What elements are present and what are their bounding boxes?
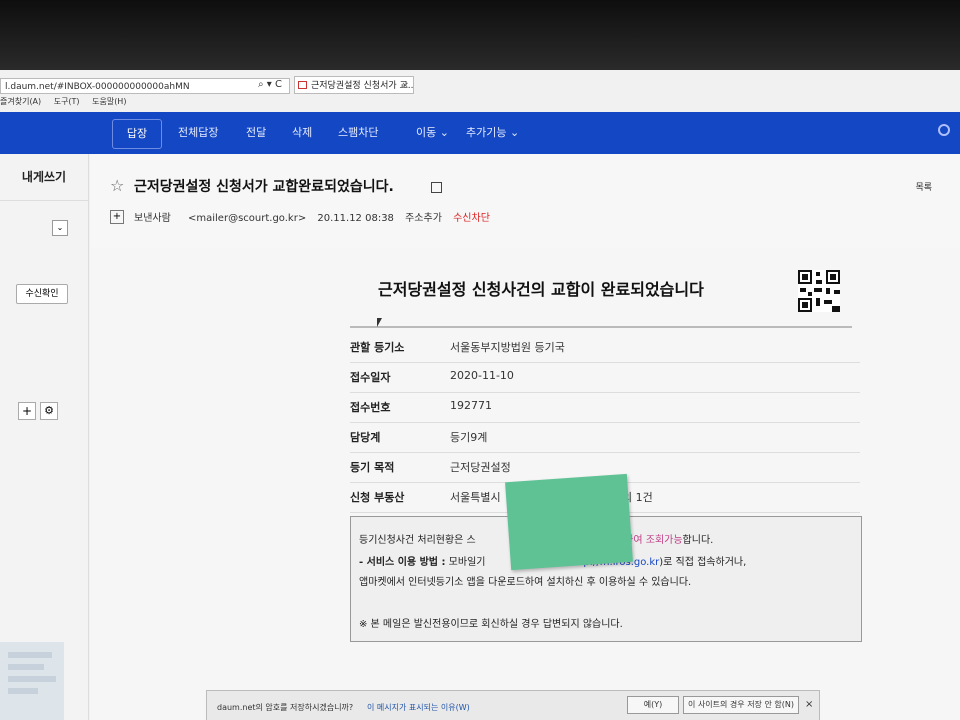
spam-block-button[interactable]: 스팸차단 (338, 124, 378, 140)
row-value: 서울동부지방법원 등기국 (450, 341, 565, 354)
reply-button[interactable]: 답장 (112, 119, 162, 149)
block-sender-link[interactable]: 수신차단 (453, 213, 490, 224)
sticky-note-overlay (505, 473, 633, 571)
mail-date: 20.11.12 08:38 (317, 213, 394, 224)
address-bar[interactable]: l.daum.net/#INBOX-000000000000ahMN (0, 78, 290, 94)
read-receipt-button[interactable]: 수신확인 (16, 284, 68, 304)
title-divider (350, 326, 852, 328)
why-link[interactable]: 이 메시지가 표시되는 이유(W) (367, 702, 470, 713)
save-yes-button[interactable]: 예(Y) (627, 696, 679, 714)
star-icon[interactable]: ☆ (110, 176, 124, 195)
sender-line: 보낸사람 <mailer@scourt.go.kr> 20.11.12 08:3… (134, 209, 498, 224)
tab-title: 근저당권설정 신청서가 교... (311, 81, 414, 91)
more-functions-button[interactable]: 추가기능 ⌄ (466, 124, 519, 140)
row-label: 신청 부동산 (350, 491, 405, 504)
preview-thumbnail (0, 642, 64, 720)
qr-code-icon (798, 270, 840, 312)
compose-to-self-button[interactable]: 내게쓰기 (0, 154, 88, 201)
row-registry-office: 관할 등기소 서울동부지방법원 등기국 (350, 332, 860, 363)
tab-close-icon[interactable]: × (401, 77, 409, 93)
document-title: 근저당권설정 신청사건의 교합이 완료되었습니다 (378, 280, 704, 299)
list-button[interactable]: 목록 (915, 180, 932, 193)
row-value: 근저당권설정 (450, 461, 511, 474)
move-button[interactable]: 이동 ⌄ (416, 124, 449, 140)
row-label: 담당계 (350, 431, 381, 444)
info-text: 등기신청사건 처리현황은 스 (359, 535, 476, 546)
info-text: 모바일기 (448, 557, 486, 568)
row-value: 서울특별시 (450, 491, 501, 504)
info-text: 합니다. (682, 535, 714, 546)
menu-help[interactable]: 도움말(H) (92, 97, 126, 106)
menu-tools[interactable]: 도구(T) (54, 97, 80, 106)
plus-icon[interactable]: + (18, 402, 36, 420)
info-notice: ※ 본 메일은 발신전용이므로 회신하실 경우 답변되지 않습니다. (359, 619, 623, 630)
never-save-button[interactable]: 이 사이트의 경우 저장 안 함(N) (683, 696, 799, 714)
info-text: )로 직접 접속하거나, (659, 557, 747, 568)
sidebar: 내게쓰기 ⌄ 수신확인 + ⚙ (0, 154, 89, 720)
row-label: 관할 등기소 (350, 341, 405, 354)
search-icon[interactable] (938, 124, 950, 136)
info-line-3: 앱마켓에서 인터넷등기소 앱을 다운로드하여 설치하신 후 이용하실 수 있습니… (359, 577, 692, 588)
mail-subject: 근저당권설정 신청서가 교합완료되었습니다. (134, 179, 394, 195)
password-save-bar: daum.net의 암호를 저장하시겠습니까? 이 메시지가 표시되는 이유(W… (206, 690, 820, 720)
row-receipt-number: 접수번호 192771 (350, 392, 860, 423)
mail-toolbar: 답장 전체답장 전달 삭제 스팸차단 이동 ⌄ 추가기능 ⌄ (0, 112, 960, 154)
browser-tab[interactable]: 근저당권설정 신청서가 교... × (294, 76, 414, 94)
row-value: 2020-11-10 (450, 369, 514, 382)
sender-label: 보낸사람 (134, 213, 171, 224)
reply-all-button[interactable]: 전체답장 (178, 124, 218, 140)
mouse-cursor-icon (377, 318, 382, 327)
mail-icon (298, 81, 307, 89)
info-label: - 서비스 이용 방법 : (359, 557, 446, 568)
row-value: 192771 (450, 399, 492, 412)
forward-button[interactable]: 전달 (246, 124, 266, 140)
row-label: 접수번호 (350, 401, 391, 414)
mail-header: ☆ 근저당권설정 신청서가 교합완료되었습니다. 목록 + 보낸사람 <mail… (90, 154, 960, 249)
row-label: 접수일자 (350, 371, 391, 384)
browser-menu-bar: 즐겨찾기(A) 도구(T) 도움말(H) (0, 96, 136, 110)
add-contact-link[interactable]: 주소추가 (405, 213, 442, 224)
screen: l.daum.net/#INBOX-000000000000ahMN ⌕ ▾ C… (0, 70, 960, 720)
chevron-down-icon[interactable]: ⌄ (52, 220, 68, 236)
row-value: 등기9계 (450, 431, 488, 444)
copy-icon[interactable] (431, 182, 442, 193)
notification-message: daum.net의 암호를 저장하시겠습니까? (217, 703, 354, 712)
expand-icon[interactable]: + (110, 210, 124, 224)
delete-button[interactable]: 삭제 (292, 124, 312, 140)
menu-favorites[interactable]: 즐겨찾기(A) (0, 97, 41, 106)
gear-icon[interactable]: ⚙ (40, 402, 58, 420)
row-receipt-date: 접수일자 2020-11-10 (350, 362, 860, 393)
row-department: 담당계 등기9계 (350, 422, 860, 453)
row-label: 등기 목적 (350, 461, 395, 474)
address-search-icon[interactable]: ⌕ ▾ C (258, 79, 282, 90)
sender-email[interactable]: <mailer@scourt.go.kr> (188, 213, 306, 224)
close-icon[interactable]: × (805, 699, 813, 710)
monitor-bezel (0, 0, 960, 70)
